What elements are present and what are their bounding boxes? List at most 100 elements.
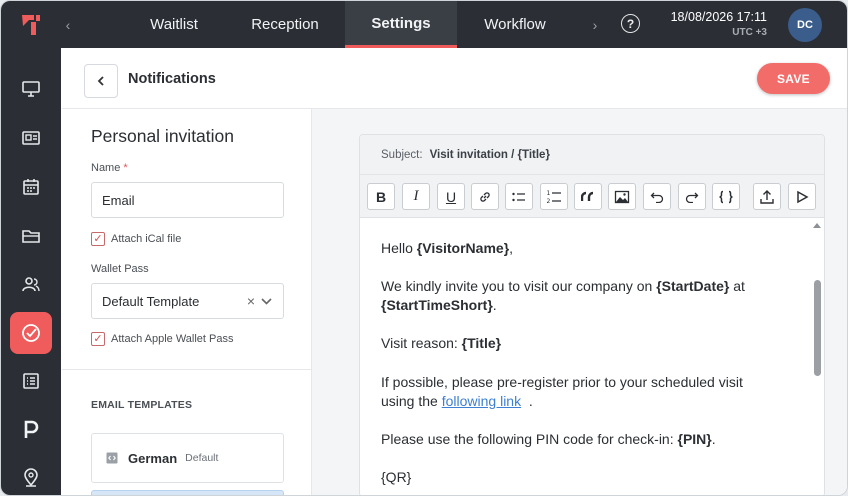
sidebar-item-badge[interactable] <box>1 118 61 158</box>
parking-icon <box>24 420 39 438</box>
help-icon[interactable]: ? <box>621 14 640 33</box>
attach-wallet-label: Attach Apple Wallet Pass <box>111 333 234 345</box>
timezone-label: UTC +3 <box>732 27 767 38</box>
body-preregister: If possible, please pre-register prior t… <box>381 373 801 411</box>
redo-icon <box>685 192 699 203</box>
link-icon <box>480 191 490 202</box>
body-text: Please use the following PIN code for ch… <box>381 431 678 447</box>
image-icon <box>614 190 630 203</box>
upload-icon <box>760 189 774 204</box>
users-icon <box>22 277 40 292</box>
preregister-link[interactable]: following link <box>442 393 521 409</box>
variable-pin: {PIN} <box>677 431 712 447</box>
sidebar-item-monitor[interactable] <box>1 69 61 109</box>
bullet-list-button[interactable] <box>505 183 533 210</box>
italic-button[interactable]: I <box>402 183 430 210</box>
variable-title: {Title} <box>461 335 502 351</box>
save-button[interactable]: SAVE <box>757 63 830 94</box>
wallet-pass-label: Wallet Pass <box>91 263 149 275</box>
tab-settings[interactable]: Settings <box>345 1 457 48</box>
sidebar-item-folder[interactable] <box>1 216 61 256</box>
app-window: ‹ Waitlist Reception Settings Workflow ›… <box>0 0 848 496</box>
settings-panel: Personal invitation Name * Email ✓ Attac… <box>62 109 312 495</box>
sidebar-item-location[interactable] <box>1 458 61 495</box>
curly-braces-icon <box>719 190 733 203</box>
name-label: Name * <box>91 162 128 174</box>
template-item-selected[interactable] <box>91 490 284 495</box>
sidebar-item-users[interactable] <box>1 264 61 304</box>
sidebar-item-list[interactable] <box>1 361 61 401</box>
body-text: We kindly invite you to visit our compan… <box>381 278 657 294</box>
sidebar-item-calendar[interactable] <box>1 167 61 207</box>
checkbox-checked-icon[interactable]: ✓ <box>91 332 105 346</box>
underline-button[interactable]: U <box>437 183 465 210</box>
email-body[interactable]: Hello {VisitorName}, We kindly invite yo… <box>360 218 824 495</box>
template-item-german[interactable]: German Default <box>91 433 284 483</box>
body-text: using the <box>381 393 442 409</box>
user-avatar[interactable]: DC <box>788 8 822 42</box>
attach-wallet-checkbox[interactable]: ✓ Attach Apple Wallet Pass <box>91 332 234 346</box>
body-text: at <box>729 278 745 294</box>
template-default-tag: Default <box>185 452 219 464</box>
undo-button[interactable] <box>643 183 671 210</box>
undo-icon <box>650 192 664 203</box>
editor-toolbar: B I U 12 <box>360 175 824 218</box>
sidebar-item-parking[interactable] <box>1 410 61 450</box>
body-reason: Visit reason: {Title} <box>381 334 801 353</box>
tab-waitlist[interactable]: Waitlist <box>125 1 223 48</box>
body-text: . <box>492 297 497 313</box>
location-pin-icon <box>24 468 38 487</box>
logo-icon <box>22 14 40 35</box>
numbered-list-button[interactable]: 12 <box>540 183 568 210</box>
scroll-up-arrow-icon[interactable] <box>813 223 821 228</box>
image-button[interactable] <box>608 183 636 210</box>
body-text: Hello <box>381 240 417 256</box>
bold-button[interactable]: B <box>367 183 395 210</box>
link-button[interactable] <box>471 183 499 210</box>
variables-button[interactable] <box>712 183 740 210</box>
wallet-pass-select[interactable]: Default Template × <box>91 283 284 319</box>
scrollbar-thumb[interactable] <box>814 280 821 376</box>
redo-button[interactable] <box>678 183 706 210</box>
section-title: Personal invitation <box>91 126 234 146</box>
name-input[interactable]: Email <box>91 182 284 218</box>
attach-ical-checkbox[interactable]: ✓ Attach iCal file <box>91 232 181 246</box>
preview-button[interactable] <box>788 183 816 210</box>
tab-workflow[interactable]: Workflow <box>469 1 561 48</box>
template-name: German <box>128 450 178 466</box>
bullet-list-icon <box>512 192 525 201</box>
tabs-scroll-left-button[interactable]: ‹ <box>58 1 78 48</box>
current-datetime: 18/08/2026 17:11 <box>670 10 767 24</box>
quote-button[interactable] <box>574 183 602 210</box>
required-marker: * <box>123 162 128 174</box>
clock: 18/08/2026 17:11 UTC +3 <box>671 10 767 40</box>
calendar-icon <box>23 179 39 195</box>
body-text: If possible, please pre-register prior t… <box>381 374 743 390</box>
app-logo[interactable] <box>1 1 61 48</box>
variable-start-time: {StartTimeShort} <box>381 297 493 313</box>
clear-icon[interactable]: × <box>247 293 255 309</box>
sidebar-item-notifications[interactable] <box>10 312 52 354</box>
chevron-down-icon[interactable] <box>260 295 273 308</box>
quote-icon <box>581 191 594 201</box>
checkbox-checked-icon[interactable]: ✓ <box>91 232 105 246</box>
subject-value[interactable]: Visit invitation / {Title} <box>430 149 550 161</box>
variable-visitor-name: {VisitorName} <box>416 240 510 256</box>
tabs-scroll-right-button[interactable]: › <box>585 1 605 48</box>
play-icon <box>797 190 809 203</box>
back-button[interactable] <box>84 64 118 98</box>
subject-row[interactable]: Subject: Visit invitation / {Title} <box>360 135 824 175</box>
sidebar <box>1 48 61 495</box>
body-greeting: Hello {VisitorName}, <box>381 239 801 258</box>
check-circle-icon <box>22 324 40 342</box>
tab-reception[interactable]: Reception <box>234 1 336 48</box>
wallet-pass-value: Default Template <box>102 293 200 309</box>
id-card-icon <box>22 131 40 145</box>
monitor-icon <box>22 81 40 97</box>
list-icon <box>23 373 39 389</box>
body-text: . <box>521 393 533 409</box>
upload-button[interactable] <box>753 183 781 210</box>
svg-text:2: 2 <box>547 198 551 205</box>
folder-icon <box>22 230 40 243</box>
svg-text:1: 1 <box>547 190 551 197</box>
